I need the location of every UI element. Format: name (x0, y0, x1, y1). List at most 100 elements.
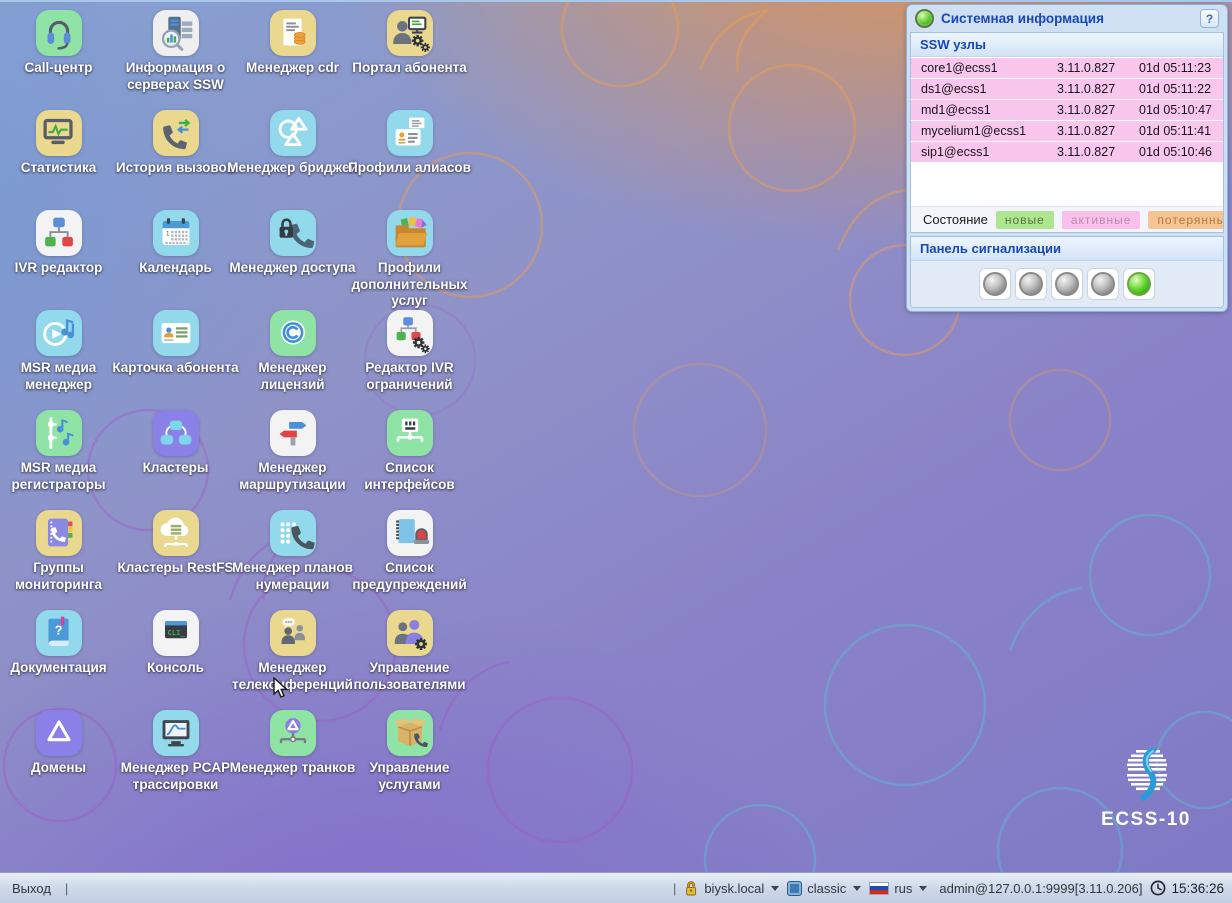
desktop-icon[interactable]: Менеджер PCAP трассировки (117, 708, 234, 808)
language-value: rus (894, 881, 912, 896)
desktop-icon[interactable]: CLI_Консоль (117, 608, 234, 708)
desktop-icon[interactable]: Домены (0, 708, 117, 808)
desktop-icon[interactable]: Кластеры (117, 408, 234, 508)
desktop-icon[interactable]: Профили алиасов (351, 108, 468, 208)
desktop-icon[interactable]: Карточка абонента (117, 308, 234, 408)
desktop-icon-grid: Call-центрИнформация о серверах SSWМенед… (0, 8, 470, 808)
desktop-icon-label: Профили алиасов (342, 160, 478, 177)
ssw-node-row[interactable]: sip1@ecss13.11.0.82701d 05:10:46 (911, 142, 1223, 162)
desktop-icon-label: Портал абонента (342, 60, 478, 77)
alarm-panel-section: Панель сигнализации (910, 236, 1224, 308)
domain-selector[interactable]: biysk.local (684, 880, 779, 896)
state-legend-label: Состояние (923, 212, 988, 227)
alarm-led-button[interactable] (1015, 268, 1047, 300)
chevron-down-icon (919, 886, 927, 891)
logout-link[interactable]: Выход (12, 881, 51, 896)
language-selector[interactable]: rus (869, 881, 927, 896)
alarm-led-gray-icon (1091, 272, 1115, 296)
supplementary-services-icon (387, 210, 433, 256)
desktop-icon[interactable]: Управление пользователями (351, 608, 468, 708)
state-legend-chip: активные (1062, 211, 1141, 229)
desktop-icon[interactable]: Список интерфейсов (351, 408, 468, 508)
ssw-node-row[interactable]: core1@ecss13.11.0.82701d 05:11:23 (911, 58, 1223, 78)
desktop-icon[interactable]: MSR медиа регистраторы (0, 408, 117, 508)
clusters-icon (153, 410, 199, 456)
theme-selector[interactable]: classic (787, 881, 861, 896)
desktop-icon[interactable]: Портал абонента (351, 8, 468, 108)
desktop-icon[interactable]: Менеджер бриджей (234, 108, 351, 208)
desktop-icon-label: Список предупреждений (342, 560, 478, 593)
state-legend-chips: новые активные потерянные (988, 211, 1224, 229)
ssw-node-up: 01d 05:11:23 (1139, 61, 1223, 75)
alarm-led-button[interactable] (1087, 268, 1119, 300)
desktop-icon[interactable]: Информация о серверах SSW (117, 8, 234, 108)
desktop-icon-label: Управление услугами (342, 760, 478, 793)
desktop-icon[interactable]: Менеджер планов нумерации (234, 508, 351, 608)
desktop-icon[interactable]: Группы мониторинга (0, 508, 117, 608)
desktop-icon[interactable]: Редактор IVR ограничений (351, 308, 468, 408)
alarm-panel-header: Панель сигнализации (911, 237, 1223, 261)
desktop-icon-label: Менеджер транков (225, 760, 361, 777)
state-legend-chip: новые (996, 211, 1054, 229)
desktop-icon[interactable]: 1Календарь (117, 208, 234, 308)
desktop-icon[interactable]: Call-центр (0, 8, 117, 108)
alias-profiles-icon (387, 110, 433, 156)
services-icon (387, 710, 433, 756)
headset-icon (36, 10, 82, 56)
desktop-icon[interactable]: Менеджер транков (234, 708, 351, 808)
desktop-icon-label: Список интерфейсов (342, 460, 478, 493)
ssw-node-name: ds1@ecss1 (911, 82, 1057, 96)
desktop-icon-label: Кластеры RestFS (108, 560, 244, 577)
desktop-icon[interactable]: IVR редактор (0, 208, 117, 308)
ssw-node-row[interactable]: ds1@ecss13.11.0.82701d 05:11:22 (911, 79, 1223, 99)
panel-status-led-icon (915, 9, 934, 28)
ivr-restrictions-icon (387, 310, 433, 356)
alarm-led-row (911, 261, 1223, 307)
alarm-led-button[interactable] (1123, 268, 1155, 300)
ssw-node-ver: 3.11.0.827 (1057, 145, 1139, 159)
desktop-icon[interactable]: Менеджер маршрутизации (234, 408, 351, 508)
desktop-icon-label: Менеджер планов нумерации (225, 560, 361, 593)
desktop-icon[interactable]: Список предупреждений (351, 508, 468, 608)
desktop-icon[interactable]: Статистика (0, 108, 117, 208)
alarm-led-button[interactable] (1051, 268, 1083, 300)
desktop-icon-label: Менеджер бриджей (225, 160, 361, 177)
numbering-plans-icon (270, 510, 316, 556)
ssw-node-up: 01d 05:11:41 (1139, 124, 1223, 138)
desktop-icon[interactable]: Кластеры RestFS (117, 508, 234, 608)
desktop-icon-label: Консоль (108, 660, 244, 677)
state-legend: Состояние новые активные потерянные (911, 206, 1223, 232)
documentation-icon: ? (36, 610, 82, 656)
desktop-icon[interactable]: Менеджер телеконференций (234, 608, 351, 708)
svg-text:CLI_: CLI_ (167, 628, 185, 637)
ssw-node-up: 01d 05:10:46 (1139, 145, 1223, 159)
desktop-icon[interactable]: Менеджер cdr (234, 8, 351, 108)
alarm-led-button[interactable] (979, 268, 1011, 300)
desktop-icon[interactable]: Менеджер доступа (234, 208, 351, 308)
ssw-node-ver: 3.11.0.827 (1057, 124, 1139, 138)
desktop-icon-label: Календарь (108, 260, 244, 277)
alarm-led-gray-icon (1055, 272, 1079, 296)
svg-text:?: ? (54, 623, 62, 637)
desktop-icon[interactable]: История вызовов (117, 108, 234, 208)
ssw-nodes-section: SSW узлы core1@ecss13.11.0.82701d 05:11:… (910, 32, 1224, 233)
alerts-icon (387, 510, 433, 556)
media-manager-icon (36, 310, 82, 356)
account-info: admin@127.0.0.1:9999[3.11.0.206] (939, 881, 1142, 896)
help-button[interactable]: ? (1200, 9, 1219, 28)
desktop-icon-label: Профили дополнительных услуг (342, 260, 478, 310)
taskbar-separator: | (65, 881, 68, 896)
desktop-icon[interactable]: Менеджер лицензий (234, 308, 351, 408)
desktop-icon[interactable]: Управление услугами (351, 708, 468, 808)
chevron-down-icon (853, 886, 861, 891)
desktop-icon[interactable]: ?Документация (0, 608, 117, 708)
access-manager-icon (270, 210, 316, 256)
desktop-icon-label: Менеджер маршрутизации (225, 460, 361, 493)
ssw-node-row[interactable]: md1@ecss13.11.0.82701d 05:10:47 (911, 100, 1223, 120)
desktop-icon[interactable]: Профили дополнительных услуг (351, 208, 468, 308)
ssw-node-row[interactable]: mycelium1@ecss13.11.0.82701d 05:11:41 (911, 121, 1223, 141)
desktop-icon[interactable]: MSR медиа менеджер (0, 308, 117, 408)
state-legend-chip: потерянные (1148, 211, 1224, 229)
mouse-cursor (271, 677, 291, 699)
ssw-node-name: core1@ecss1 (911, 61, 1057, 75)
